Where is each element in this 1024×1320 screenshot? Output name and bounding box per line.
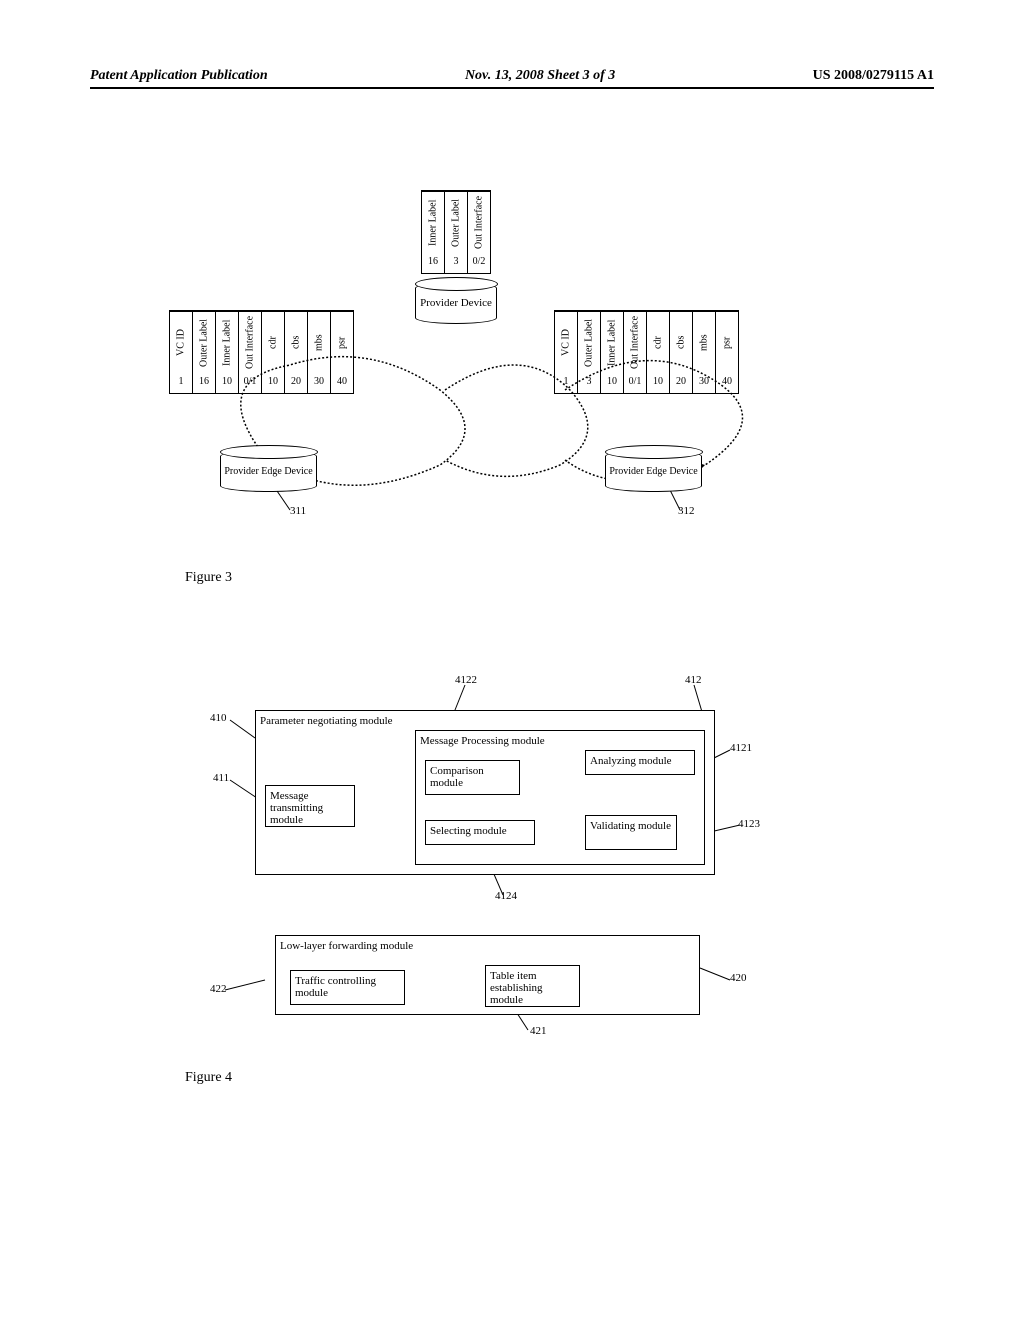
figure-3: Inner Label16 Outer Label3 Out Interface… xyxy=(140,190,860,530)
col-hdr: mbs xyxy=(308,311,330,373)
col-val: 30 xyxy=(308,373,330,393)
col-hdr: Outer Label xyxy=(445,191,467,253)
col-hdr: psr xyxy=(716,311,738,373)
col-val: 3 xyxy=(445,253,467,273)
col-val: 3 xyxy=(578,373,600,393)
col-hdr: Outer Label xyxy=(578,311,600,373)
edge-right-table: VC ID1 Outer Label3 Inner Label10 Out In… xyxy=(555,310,739,394)
col-val: 1 xyxy=(555,373,577,393)
ref-4124: 4124 xyxy=(495,890,517,902)
col-hdr: Inner Label xyxy=(601,311,623,373)
ref-420: 420 xyxy=(730,972,747,984)
col-val: 20 xyxy=(285,373,307,393)
table-item-box: Table item establishing module xyxy=(485,965,580,1007)
edge-right-label: Provider Edge Device xyxy=(609,466,697,477)
col-val: 10 xyxy=(601,373,623,393)
col-val: 20 xyxy=(670,373,692,393)
col-hdr: Out Interface xyxy=(624,311,646,373)
msg-processing-label: Message Processing module xyxy=(420,735,545,747)
param-negotiating-label: Parameter negotiating module xyxy=(260,715,393,727)
edge-left-label: Provider Edge Device xyxy=(224,466,312,477)
col-hdr: Inner Label xyxy=(422,191,444,253)
comparison-box: Comparison module xyxy=(425,760,520,795)
col-hdr: mbs xyxy=(693,311,715,373)
col-hdr: VC ID xyxy=(555,311,577,373)
col-val: 0/2 xyxy=(468,253,490,273)
ref-410: 410 xyxy=(210,712,227,724)
col-hdr: VC ID xyxy=(170,311,192,373)
header-center: Nov. 13, 2008 Sheet 3 of 3 xyxy=(465,68,615,84)
col-val: 1 xyxy=(170,373,192,393)
provider-edge-right-cylinder: Provider Edge Device xyxy=(605,450,702,492)
ref-421: 421 xyxy=(530,1025,547,1037)
col-val: 0/1 xyxy=(624,373,646,393)
ref-311: 311 xyxy=(290,505,306,517)
msg-transmitting-box: Message transmitting module xyxy=(265,785,355,827)
header-left: Patent Application Publication xyxy=(90,68,268,84)
col-hdr: Outer Label xyxy=(193,311,215,373)
col-hdr: cdr xyxy=(262,311,284,373)
table-item-label: Table item establishing module xyxy=(490,970,543,1006)
col-hdr: Out Interface xyxy=(468,191,490,253)
selecting-box: Selecting module xyxy=(425,820,535,845)
col-val: 40 xyxy=(716,373,738,393)
ref-312: 312 xyxy=(678,505,695,517)
validating-box: Validating module xyxy=(585,815,677,850)
comparison-label: Comparison module xyxy=(430,765,484,789)
col-hdr: cdr xyxy=(647,311,669,373)
col-val: 0/1 xyxy=(239,373,261,393)
ref-411: 411 xyxy=(213,772,229,784)
ref-422: 422 xyxy=(210,983,227,995)
col-val: 16 xyxy=(422,253,444,273)
edge-left-table: VC ID1 Outer Label16 Inner Label10 Out I… xyxy=(170,310,354,394)
col-hdr: Out Interface xyxy=(239,311,261,373)
ref-412: 412 xyxy=(685,674,702,686)
provider-device-table: Inner Label16 Outer Label3 Out Interface… xyxy=(422,190,491,274)
col-hdr: Inner Label xyxy=(216,311,238,373)
msg-transmitting-label: Message transmitting module xyxy=(270,790,323,826)
ref-4121: 4121 xyxy=(730,742,752,754)
validating-label: Validating module xyxy=(590,820,671,832)
col-val: 30 xyxy=(693,373,715,393)
header-right: US 2008/0279115 A1 xyxy=(813,68,934,84)
col-val: 16 xyxy=(193,373,215,393)
col-hdr: psr xyxy=(331,311,353,373)
page-header: Patent Application Publication Nov. 13, … xyxy=(90,68,934,89)
provider-device-cylinder: Provider Device xyxy=(415,282,497,324)
low-layer-label: Low-layer forwarding module xyxy=(280,940,413,952)
col-hdr: cbs xyxy=(670,311,692,373)
provider-edge-left-cylinder: Provider Edge Device xyxy=(220,450,317,492)
col-hdr: cbs xyxy=(285,311,307,373)
ref-4123: 4123 xyxy=(738,818,760,830)
ref-4122: 4122 xyxy=(455,674,477,686)
figure-4-label: Figure 4 xyxy=(185,1070,232,1086)
figure-3-label: Figure 3 xyxy=(185,570,232,586)
col-val: 10 xyxy=(647,373,669,393)
col-val: 40 xyxy=(331,373,353,393)
analyzing-label: Analyzing module xyxy=(590,755,672,767)
provider-device-label: Provider Device xyxy=(420,297,492,309)
analyzing-box: Analyzing module xyxy=(585,750,695,775)
selecting-label: Selecting module xyxy=(430,825,507,837)
traffic-controlling-label: Traffic controlling module xyxy=(295,975,376,999)
traffic-controlling-box: Traffic controlling module xyxy=(290,970,405,1005)
col-val: 10 xyxy=(262,373,284,393)
col-val: 10 xyxy=(216,373,238,393)
figure-4: Parameter negotiating module Message tra… xyxy=(210,680,770,1080)
